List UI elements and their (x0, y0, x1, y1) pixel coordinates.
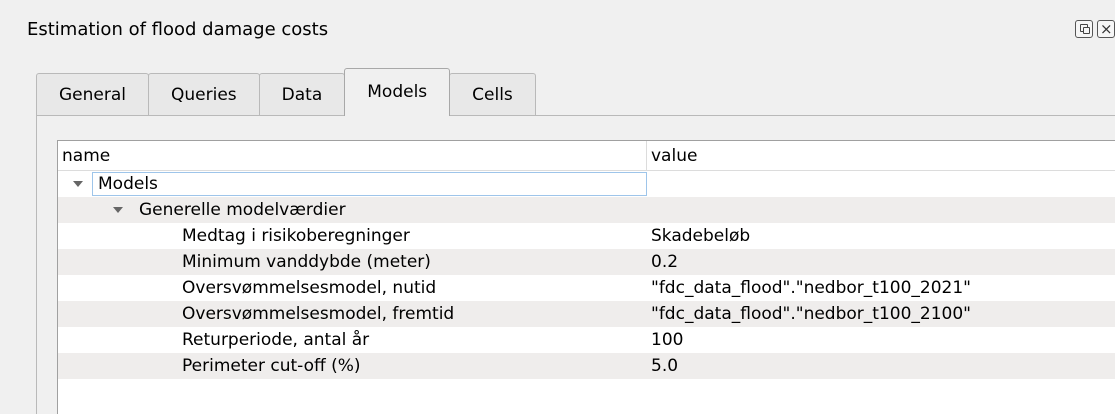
table-row[interactable]: Oversvømmelsesmodel, nutid "fdc_data_flo… (58, 275, 1115, 301)
float-window-button[interactable] (1075, 20, 1093, 38)
tree-row-group[interactable]: Generelle modelværdier (58, 197, 1115, 223)
tree-item-label: Minimum vanddybde (meter) (182, 252, 431, 272)
dock-widget: Estimation of flood damage costs × Gener… (0, 0, 1115, 414)
tree-item-value[interactable]: Skadebeløb (647, 223, 1115, 249)
selection-outline (92, 172, 647, 196)
tree-item-value[interactable]: 100 (647, 327, 1115, 353)
tab-data[interactable]: Data (258, 73, 346, 116)
tree-item-label: Perimeter cut-off (%) (182, 356, 361, 376)
tree-row-models[interactable]: Models (58, 171, 1115, 197)
tree-item-value[interactable]: 0.2 (647, 249, 1115, 275)
tab-general[interactable]: General (36, 73, 149, 116)
float-window-icon-front (1083, 27, 1090, 34)
tree-item-value[interactable]: "fdc_data_flood"."nedbor_t100_2100" (647, 301, 1115, 327)
tree-item-label: Models (98, 174, 158, 194)
table-row[interactable]: Medtag i risikoberegninger Skadebeløb (58, 223, 1115, 249)
header-value[interactable]: value (647, 141, 1115, 170)
close-button[interactable]: × (1097, 20, 1115, 38)
table-row[interactable]: Minimum vanddybde (meter) 0.2 (58, 249, 1115, 275)
tab-queries[interactable]: Queries (148, 73, 260, 116)
tab-bar: General Queries Data Models Cells (36, 68, 536, 116)
title-bar[interactable]: Estimation of flood damage costs × (0, 0, 1115, 60)
chevron-down-icon[interactable] (73, 181, 83, 187)
models-tab-panel: name value Models Generelle modelværdier (36, 115, 1115, 414)
tree-item-label: Medtag i risikoberegninger (182, 226, 410, 246)
close-icon: × (1100, 20, 1113, 38)
table-row[interactable]: Perimeter cut-off (%) 5.0 (58, 353, 1115, 379)
tree-header: name value (58, 141, 1115, 171)
tree-item-value[interactable]: "fdc_data_flood"."nedbor_t100_2021" (647, 275, 1115, 301)
table-row[interactable]: Oversvømmelsesmodel, fremtid "fdc_data_f… (58, 301, 1115, 327)
tree-item-label: Generelle modelværdier (139, 200, 346, 220)
tree-item-label: Returperiode, antal år (182, 330, 370, 350)
table-row[interactable]: Returperiode, antal år 100 (58, 327, 1115, 353)
tree-item-label: Oversvømmelsesmodel, fremtid (182, 304, 455, 324)
chevron-down-icon[interactable] (113, 207, 123, 213)
title-buttons: × (1075, 20, 1115, 40)
tab-cells[interactable]: Cells (449, 73, 536, 116)
models-tree-view[interactable]: name value Models Generelle modelværdier (57, 140, 1115, 414)
tree-item-value[interactable]: 5.0 (647, 353, 1115, 379)
window-title: Estimation of flood damage costs (27, 19, 329, 40)
header-name[interactable]: name (58, 141, 647, 170)
tab-models[interactable]: Models (344, 68, 451, 116)
tree-item-label: Oversvømmelsesmodel, nutid (182, 278, 437, 298)
